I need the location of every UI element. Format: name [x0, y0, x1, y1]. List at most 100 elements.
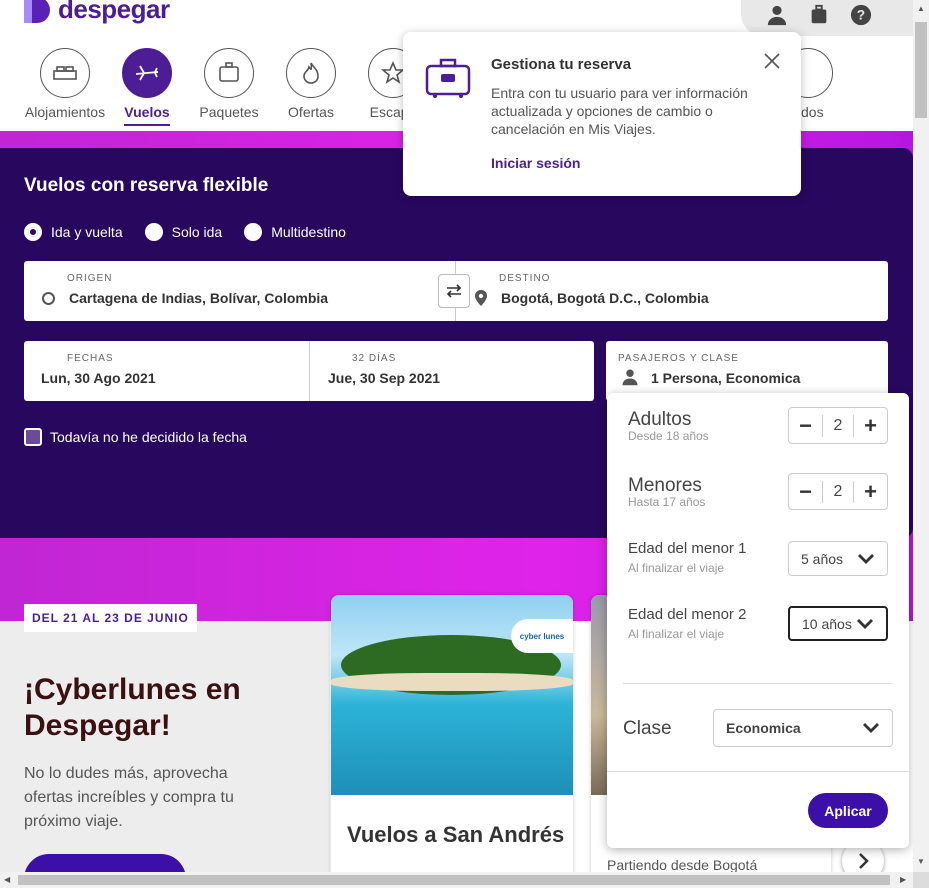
trip-type-oneway[interactable]: Solo ida	[144, 223, 222, 241]
dates-label: FECHAS	[67, 353, 114, 364]
radio-icon	[144, 223, 163, 241]
scroll-right-icon[interactable]: ▶	[900, 875, 906, 884]
dates-divider	[309, 341, 310, 401]
close-icon[interactable]	[763, 52, 781, 70]
trip-type-roundtrip[interactable]: Ida y vuelta	[24, 223, 123, 241]
nav-label: Alojamientos	[24, 104, 106, 120]
promo-text: No lo dudes más, aprovecha ofertas incre…	[24, 765, 234, 830]
login-link[interactable]: Iniciar sesión	[491, 155, 580, 171]
horizontal-scrollbar[interactable]: ◀ ▶	[0, 872, 913, 888]
trip-type-multicity[interactable]: Multidestino	[244, 223, 346, 241]
page: despegar ? Alojamientos Vuelos Paquetes …	[0, 0, 929, 888]
user-icon[interactable]	[765, 3, 789, 27]
suitcase-icon	[204, 48, 254, 98]
luggage-icon[interactable]	[807, 3, 831, 27]
plane-icon	[122, 48, 172, 98]
chevron-right-icon	[859, 853, 869, 869]
scroll-thumb[interactable]	[18, 875, 890, 885]
adults-title: Adultos	[628, 409, 692, 430]
card-subtitle: Partiendo desde Bogotá	[607, 857, 758, 873]
promo-title: ¡Cyberlunes en Despegar!	[24, 673, 241, 742]
select-value: 10 años	[802, 615, 852, 632]
trip-type-label: Multidestino	[271, 224, 346, 240]
vertical-scrollbar[interactable]: ▲ ▼	[913, 0, 929, 888]
adults-stepper: − 2 +	[788, 407, 888, 444]
minors-title: Menores	[628, 475, 702, 496]
apply-button[interactable]: Aplicar	[808, 793, 888, 828]
passengers-value: 1 Persona, Economica	[651, 370, 801, 386]
cyberlunes-tag: cyber lunes	[511, 619, 573, 653]
nav-item-vuelos[interactable]: Vuelos	[106, 48, 188, 126]
minor1-age-select[interactable]: 5 años	[788, 541, 888, 576]
increment-button[interactable]: +	[854, 408, 887, 443]
swap-button[interactable]	[438, 274, 470, 308]
divider	[607, 771, 909, 772]
adults-subtitle: Desde 18 años	[628, 429, 709, 443]
origin-input[interactable]: Cartagena de Indias, Bolívar, Colombia	[69, 290, 328, 306]
undecided-date-checkbox[interactable]: Todavía no he decidido la fecha	[24, 428, 247, 446]
divider	[623, 683, 893, 684]
trip-type-label: Ida y vuelta	[51, 224, 123, 240]
brand-name: despegar	[58, 0, 170, 24]
depart-date-input[interactable]: Lun, 30 Ago 2021	[41, 370, 156, 386]
chevron-down-icon	[857, 618, 873, 629]
person-icon	[621, 368, 639, 391]
beach-shape	[331, 673, 573, 691]
user-bar: ?	[741, 0, 929, 36]
promo-card-san-andres[interactable]: cyber lunes Vuelos a San Andrés	[331, 595, 573, 888]
nav-label: dos	[801, 104, 824, 120]
scrollbar-corner	[913, 872, 929, 888]
class-label: Clase	[623, 718, 672, 739]
nav-item-paquetes[interactable]: Paquetes	[188, 48, 270, 126]
search-title: Vuelos con reserva flexible	[24, 175, 269, 196]
class-select[interactable]: Economica	[713, 709, 893, 747]
select-value: Economica	[726, 720, 801, 736]
return-date-input[interactable]: Jue, 30 Sep 2021	[328, 370, 440, 386]
svg-text:?: ?	[857, 8, 865, 23]
scroll-left-icon[interactable]: ◀	[4, 875, 10, 884]
origin-icon	[42, 292, 55, 305]
passengers-dropdown: Adultos Desde 18 años − 2 + Menores Hast…	[607, 393, 909, 848]
fire-icon	[286, 48, 336, 98]
origin-label: ORIGEN	[67, 273, 113, 284]
brand-logo[interactable]: despegar	[24, 0, 170, 25]
help-icon[interactable]: ?	[849, 3, 873, 27]
minors-value: 2	[822, 480, 854, 503]
swap-icon	[446, 284, 462, 298]
popover-title: Gestiona tu reserva	[491, 56, 632, 73]
decrement-button[interactable]: −	[789, 408, 822, 443]
chevron-down-icon	[858, 553, 874, 564]
card-image: cyber lunes	[331, 595, 573, 795]
radio-icon	[244, 223, 263, 241]
minor2-age-subtitle: Al finalizar el viaje	[628, 627, 725, 641]
minor1-age-label: Edad del menor 1	[628, 540, 747, 557]
bed-icon	[40, 48, 90, 98]
scroll-down-icon[interactable]: ▼	[917, 857, 925, 866]
passengers-label: PASAJEROS Y CLASE	[618, 353, 739, 364]
minors-stepper: − 2 +	[788, 473, 888, 510]
suitcase-icon	[425, 58, 471, 103]
nav-label: Ofertas	[288, 104, 334, 120]
scroll-up-icon[interactable]: ▲	[917, 4, 925, 13]
destination-input[interactable]: Bogotá, Bogotá D.C., Colombia	[501, 290, 709, 306]
popover-text: Entra con tu usuario para ver informació…	[491, 85, 748, 137]
promo-panel	[0, 621, 330, 888]
increment-button[interactable]: +	[854, 474, 887, 509]
promo-date-badge: DEL 21 AL 23 DE JUNIO	[24, 604, 197, 632]
decrement-button[interactable]: −	[789, 474, 822, 509]
scroll-thumb[interactable]	[915, 22, 927, 118]
minor2-age-select[interactable]: 10 años	[788, 606, 888, 641]
nav-item-ofertas[interactable]: Ofertas	[270, 48, 352, 126]
product-nav: Alojamientos Vuelos Paquetes Ofertas Esc…	[24, 48, 434, 126]
nav-item-alojamientos[interactable]: Alojamientos	[24, 48, 106, 126]
chevron-down-icon	[863, 723, 879, 733]
nav-label: Paquetes	[199, 104, 259, 120]
minors-subtitle: Hasta 17 años	[628, 495, 706, 509]
card-title: Vuelos a San Andrés	[347, 822, 565, 847]
adults-value: 2	[822, 414, 854, 437]
pin-icon	[474, 289, 488, 312]
manage-booking-popover: Gestiona tu reserva Entra con tu usuario…	[403, 32, 801, 196]
minor2-age-label: Edad del menor 2	[628, 606, 747, 623]
logo-icon	[24, 0, 50, 23]
undecided-label: Todavía no he decidido la fecha	[50, 429, 247, 445]
